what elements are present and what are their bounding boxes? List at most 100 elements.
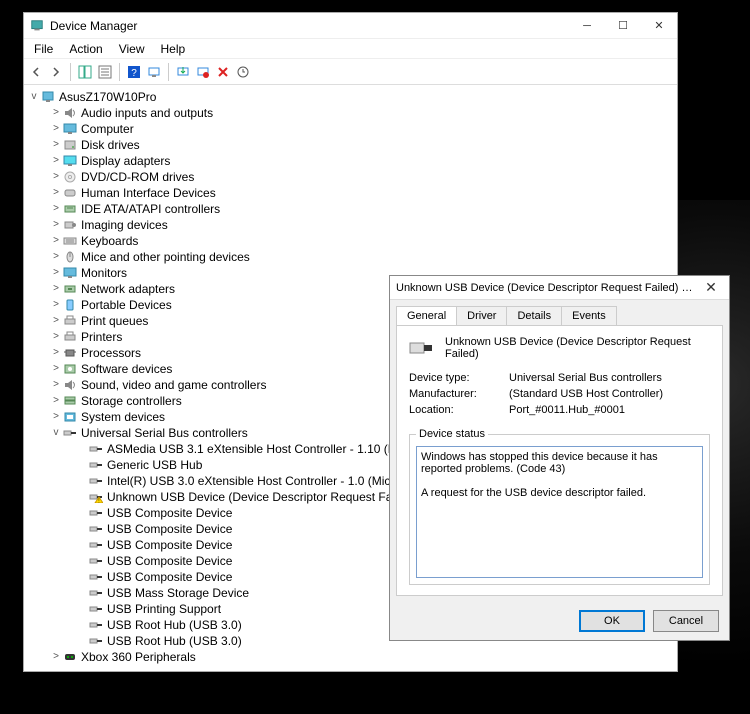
properties-icon[interactable] bbox=[97, 64, 113, 80]
update-driver-icon[interactable] bbox=[175, 64, 191, 80]
speaker-icon bbox=[62, 106, 78, 120]
tree-item-label: USB Composite Device bbox=[107, 521, 232, 537]
expand-icon[interactable]: > bbox=[50, 169, 62, 185]
usb-icon bbox=[88, 506, 104, 520]
cancel-button[interactable]: Cancel bbox=[653, 610, 719, 632]
net-icon bbox=[62, 282, 78, 296]
forward-icon[interactable] bbox=[48, 64, 64, 80]
tree-item-9[interactable]: >Mice and other pointing devices bbox=[24, 249, 677, 265]
menubar: File Action View Help bbox=[24, 39, 677, 59]
tree-item-label: Xbox 360 Peripherals bbox=[81, 649, 196, 665]
tree-item-label: USB Composite Device bbox=[107, 537, 232, 553]
tree-item-label: USB Composite Device bbox=[107, 505, 232, 521]
scan-icon[interactable] bbox=[146, 64, 162, 80]
tree-item-label: USB Root Hub (USB 3.0) bbox=[107, 617, 242, 633]
tree-item-4[interactable]: >DVD/CD-ROM drives bbox=[24, 169, 677, 185]
expand-icon[interactable]: v bbox=[28, 89, 40, 105]
expand-icon[interactable]: > bbox=[50, 185, 62, 201]
location-value: Port_#0011.Hub_#0001 bbox=[509, 404, 625, 416]
svg-text:?: ? bbox=[131, 68, 137, 79]
dialog-close-button[interactable]: ✕ bbox=[699, 279, 723, 296]
storage-icon bbox=[62, 394, 78, 408]
expand-icon[interactable]: > bbox=[50, 281, 62, 297]
tab-events[interactable]: Events bbox=[561, 306, 617, 325]
tree-item-label: Computer bbox=[81, 121, 134, 137]
monitor-icon bbox=[62, 266, 78, 280]
ok-button[interactable]: OK bbox=[579, 610, 645, 632]
expand-icon[interactable]: > bbox=[50, 105, 62, 121]
usb-icon bbox=[88, 538, 104, 552]
tree-item-label: IDE ATA/ATAPI controllers bbox=[81, 201, 220, 217]
device-status-group: Device status bbox=[409, 428, 710, 585]
tree-item-label: Printers bbox=[81, 329, 122, 345]
tree-item-label: Universal Serial Bus controllers bbox=[81, 425, 248, 441]
back-icon[interactable] bbox=[28, 64, 44, 80]
svg-text:!: ! bbox=[98, 499, 99, 504]
speaker-icon bbox=[62, 378, 78, 392]
tree-item-xbox[interactable]: > Xbox 360 Peripherals bbox=[24, 649, 677, 665]
usb-icon bbox=[88, 522, 104, 536]
manufacturer-label: Manufacturer: bbox=[409, 388, 509, 400]
hid-icon bbox=[62, 186, 78, 200]
expand-icon[interactable]: > bbox=[50, 121, 62, 137]
usb-plug-icon bbox=[409, 339, 433, 357]
scan-hardware-icon[interactable] bbox=[235, 64, 251, 80]
tab-details[interactable]: Details bbox=[506, 306, 562, 325]
expand-icon[interactable]: > bbox=[50, 313, 62, 329]
expand-icon[interactable]: v bbox=[50, 425, 62, 441]
usb-warn-icon: ! bbox=[88, 490, 104, 504]
tree-item-label: Processors bbox=[81, 345, 141, 361]
menu-help[interactable]: Help bbox=[153, 40, 194, 58]
soft-icon bbox=[62, 362, 78, 376]
expand-icon[interactable]: > bbox=[50, 345, 62, 361]
display-icon bbox=[62, 154, 78, 168]
expand-icon[interactable]: > bbox=[50, 297, 62, 313]
tree-item-label: USB Root Hub (USB 3.0) bbox=[107, 633, 242, 649]
menu-action[interactable]: Action bbox=[61, 40, 110, 58]
expand-icon[interactable]: > bbox=[50, 393, 62, 409]
show-hide-tree-icon[interactable] bbox=[77, 64, 93, 80]
help-icon[interactable]: ? bbox=[126, 64, 142, 80]
tree-item-1[interactable]: > Computer bbox=[24, 121, 677, 137]
tree-item-label: System devices bbox=[81, 409, 165, 425]
tab-general[interactable]: General bbox=[396, 306, 457, 325]
tree-item-3[interactable]: >Display adapters bbox=[24, 153, 677, 169]
expand-icon[interactable]: > bbox=[50, 153, 62, 169]
tree-item-7[interactable]: >Imaging devices bbox=[24, 217, 677, 233]
expand-icon[interactable]: > bbox=[50, 137, 62, 153]
tree-item-label: Portable Devices bbox=[81, 297, 172, 313]
expand-icon[interactable]: > bbox=[50, 233, 62, 249]
tree-item-0[interactable]: >Audio inputs and outputs bbox=[24, 105, 677, 121]
tree-item-6[interactable]: > IDE ATA/ATAPI controllers bbox=[24, 201, 677, 217]
expand-icon[interactable]: > bbox=[50, 217, 62, 233]
disk-icon bbox=[62, 138, 78, 152]
maximize-button[interactable]: ☐ bbox=[605, 13, 641, 39]
device-status-text[interactable] bbox=[416, 446, 703, 578]
tree-item-label: USB Composite Device bbox=[107, 569, 232, 585]
expand-icon[interactable]: > bbox=[50, 649, 62, 665]
expand-icon[interactable]: > bbox=[50, 409, 62, 425]
tree-item-2[interactable]: >Disk drives bbox=[24, 137, 677, 153]
usb-icon bbox=[88, 474, 104, 488]
expand-icon[interactable]: > bbox=[50, 361, 62, 377]
expand-icon[interactable]: > bbox=[50, 377, 62, 393]
tree-item-label: Generic USB Hub bbox=[107, 457, 202, 473]
expand-icon[interactable]: > bbox=[50, 329, 62, 345]
cam-icon bbox=[62, 218, 78, 232]
tree-root[interactable]: vAsusZ170W10Pro bbox=[24, 89, 677, 105]
type-value: Universal Serial Bus controllers bbox=[509, 372, 662, 384]
minimize-button[interactable]: ─ bbox=[569, 13, 605, 39]
expand-icon[interactable]: > bbox=[50, 265, 62, 281]
expand-icon[interactable]: > bbox=[50, 249, 62, 265]
uninstall-icon[interactable] bbox=[195, 64, 211, 80]
tab-driver[interactable]: Driver bbox=[456, 306, 507, 325]
menu-view[interactable]: View bbox=[111, 40, 153, 58]
tree-item-8[interactable]: >Keyboards bbox=[24, 233, 677, 249]
portable-icon bbox=[62, 298, 78, 312]
disable-icon[interactable] bbox=[215, 64, 231, 80]
menu-file[interactable]: File bbox=[26, 40, 61, 58]
close-button[interactable]: ✕ bbox=[641, 13, 677, 39]
usb-icon bbox=[88, 634, 104, 648]
tree-item-5[interactable]: >Human Interface Devices bbox=[24, 185, 677, 201]
expand-icon[interactable]: > bbox=[50, 201, 62, 217]
